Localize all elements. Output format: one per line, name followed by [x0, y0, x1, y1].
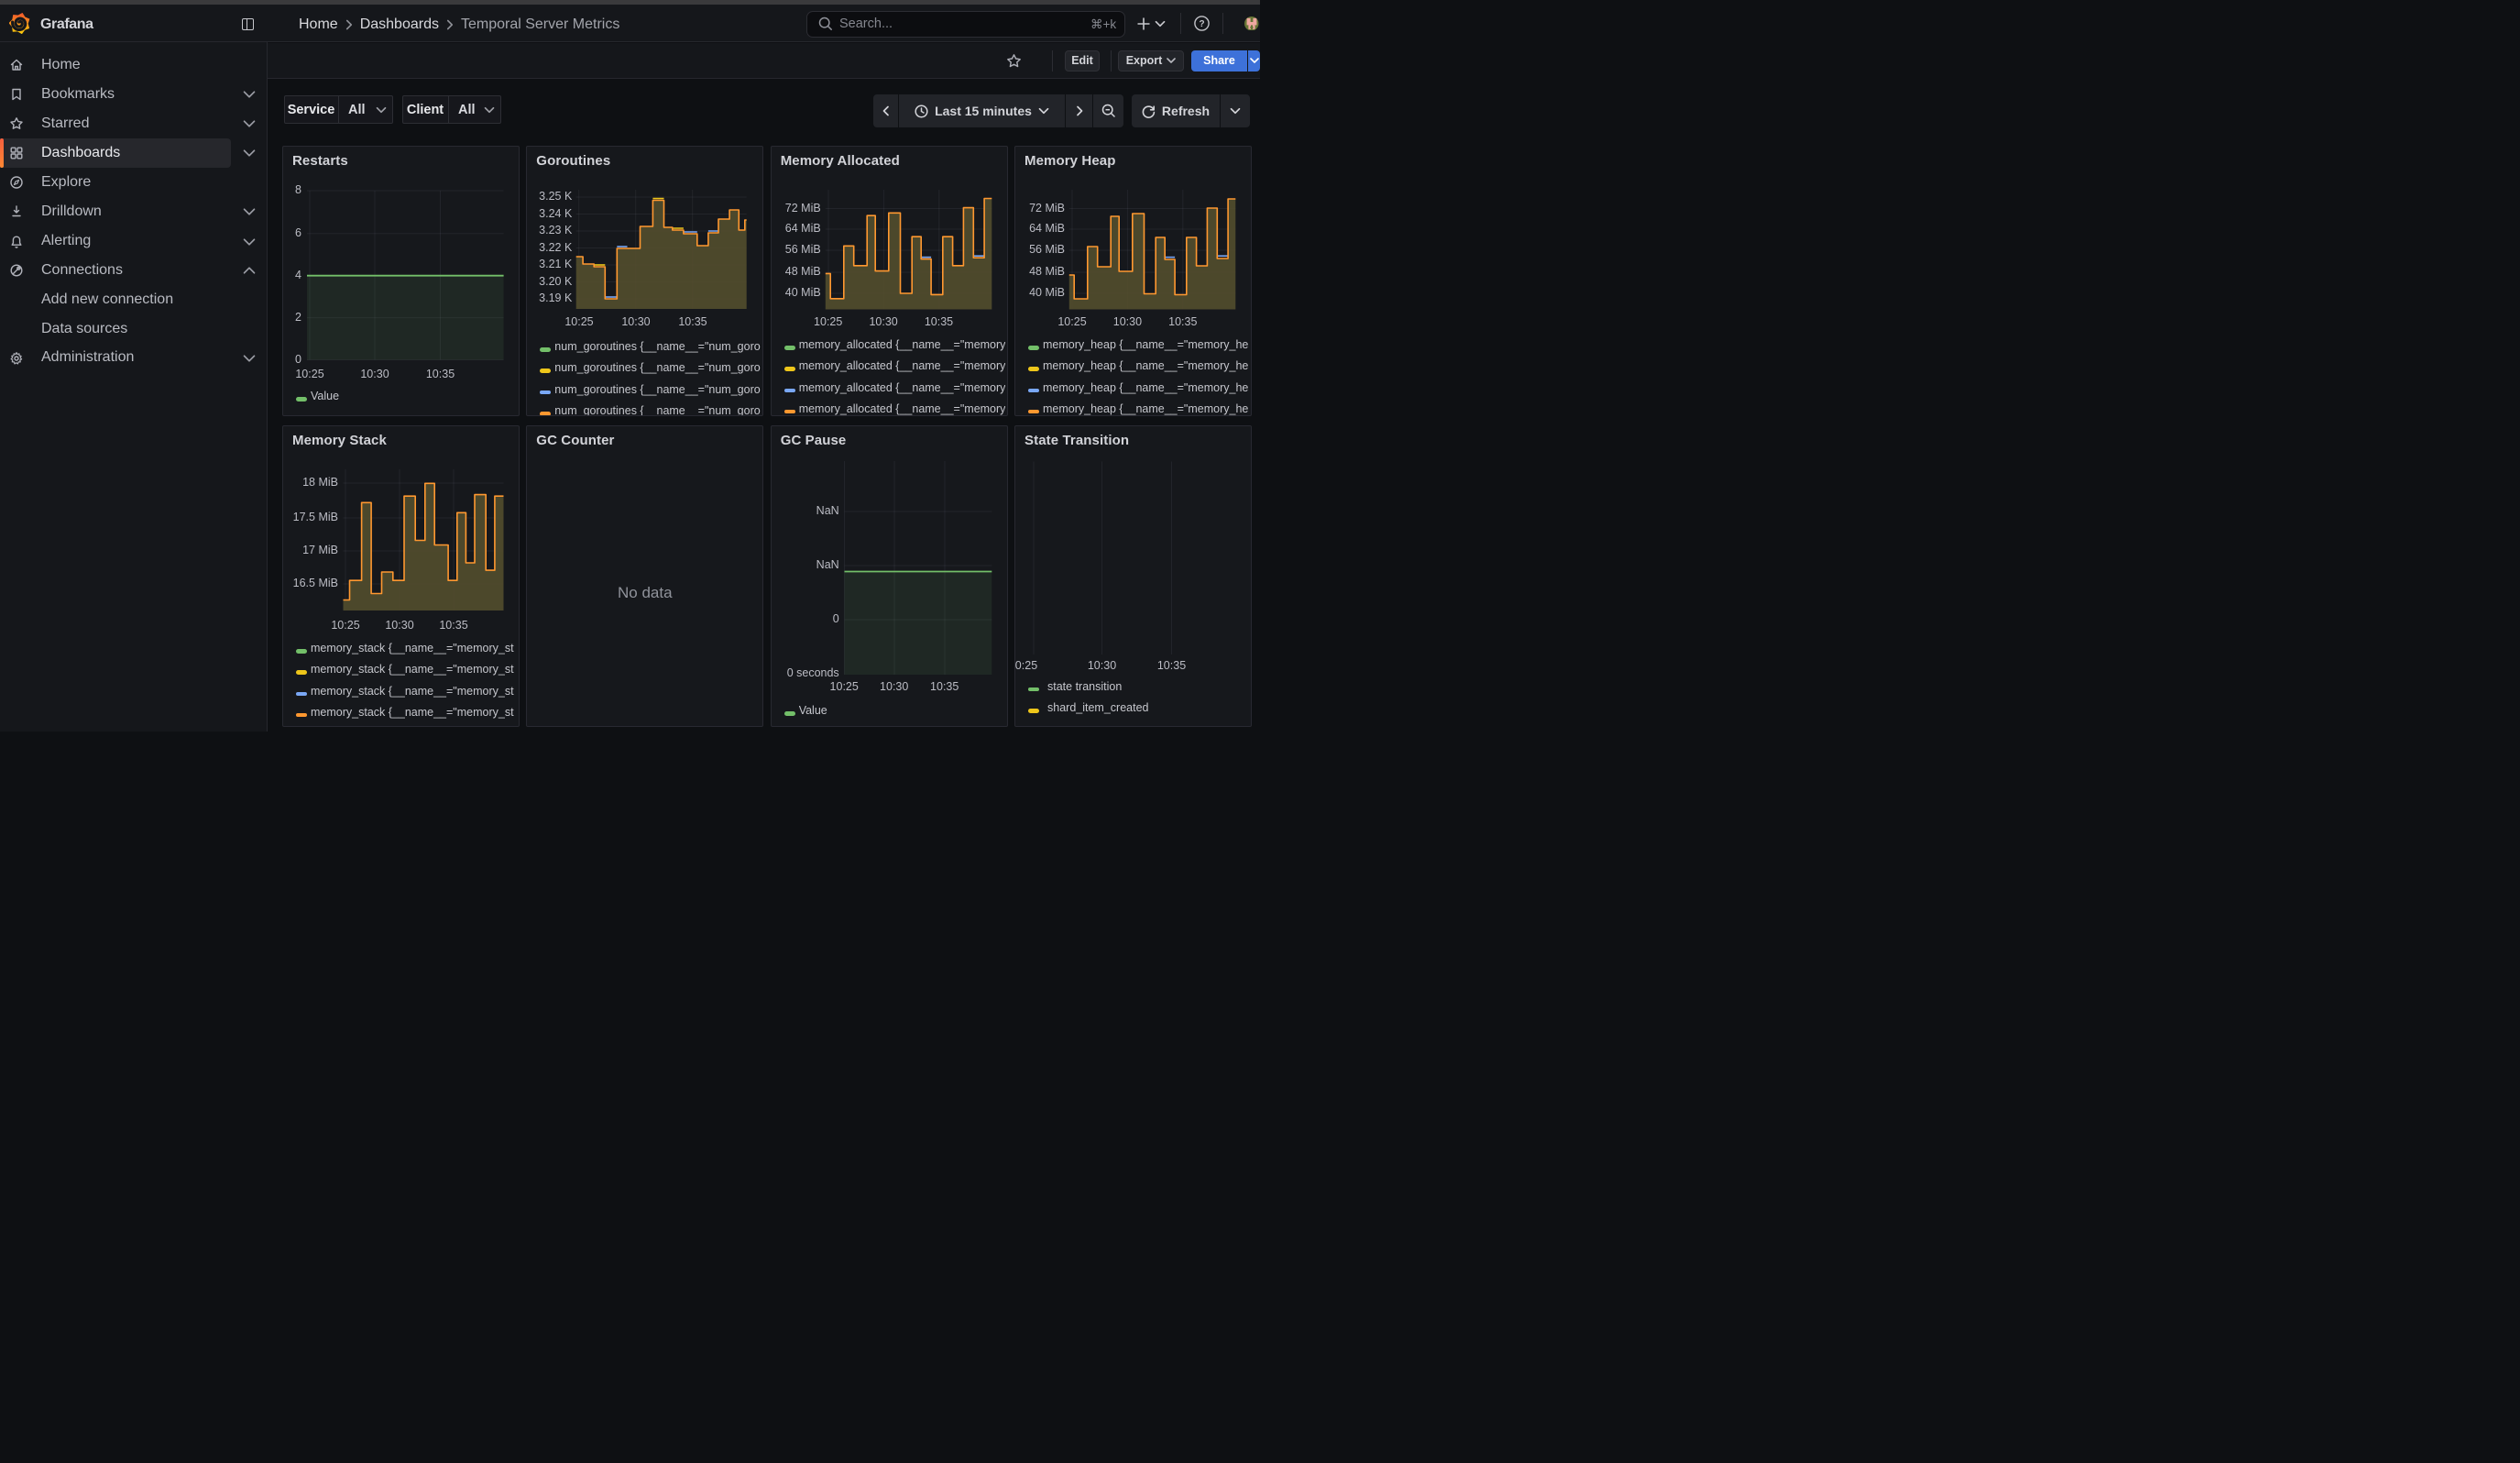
svg-text:?: ? [1199, 19, 1204, 29]
